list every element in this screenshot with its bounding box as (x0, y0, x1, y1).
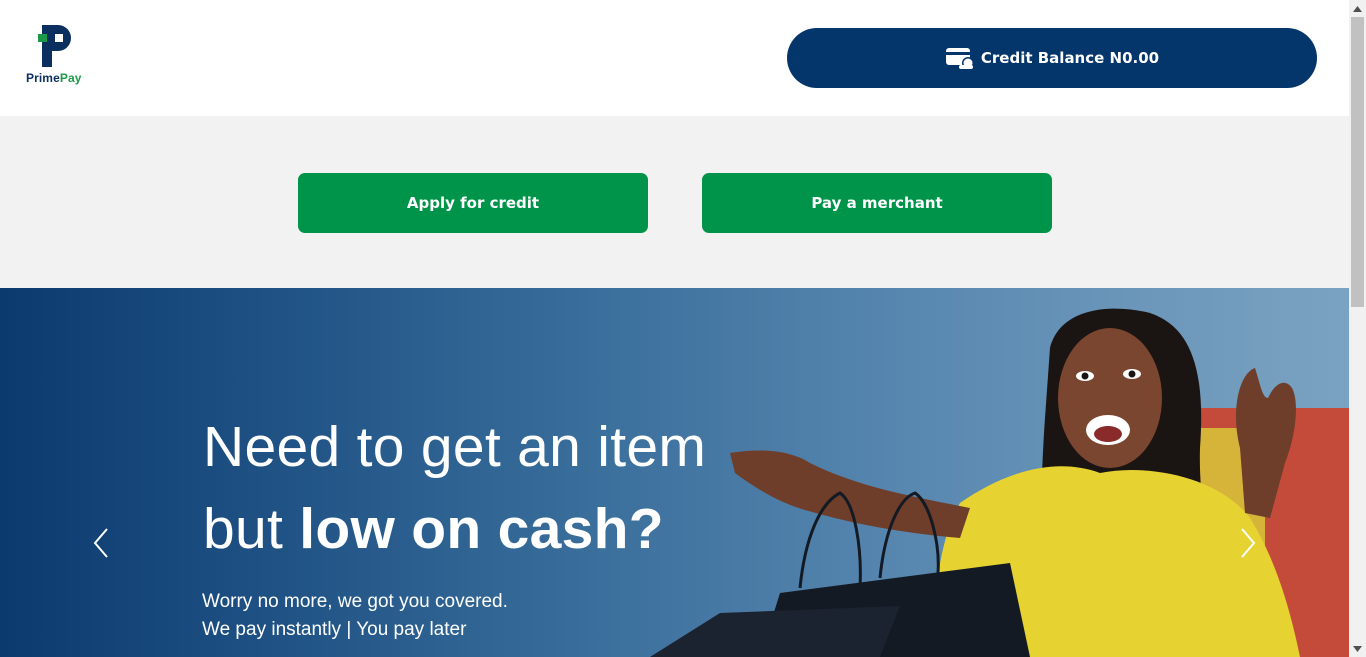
logo-text-pay: Pay (59, 71, 82, 85)
scroll-up-arrow-icon[interactable] (1349, 0, 1366, 17)
hero-subtext-line2: We pay instantly | You pay later (202, 619, 467, 640)
hero-headline-line1: Need to get an item (203, 415, 707, 479)
scroll-down-arrow-icon[interactable] (1349, 640, 1366, 657)
hero-carousel: Need to get an item but low on cash? Wor… (0, 288, 1349, 657)
wallet-icon (945, 48, 974, 69)
apply-for-credit-button[interactable]: Apply for credit (298, 173, 648, 233)
logo-text: PrimePay (26, 71, 82, 85)
header: PrimePay Credit Balance N0.00 (0, 0, 1349, 116)
hero-subtext: Worry no more, we got you covered. We pa… (202, 588, 508, 644)
primepay-logo[interactable]: PrimePay (24, 24, 88, 88)
credit-balance-label: Credit Balance N0.00 (980, 49, 1160, 67)
primepay-logo-mark (38, 25, 71, 67)
logo-text-prime: Prime (26, 71, 60, 85)
hero-headline-line2-regular: but (203, 497, 300, 561)
chevron-left-icon[interactable] (90, 526, 114, 560)
hero-headline-line2-bold: low on cash? (299, 497, 664, 561)
vertical-scrollbar[interactable] (1349, 0, 1366, 657)
hero-headline-line2: but low on cash? (203, 488, 706, 570)
credit-balance-button[interactable]: Credit Balance N0.00 (787, 28, 1317, 88)
scrollbar-thumb[interactable] (1351, 17, 1364, 307)
pay-a-merchant-button[interactable]: Pay a merchant (702, 173, 1052, 233)
action-band: Apply for credit Pay a merchant (0, 116, 1349, 288)
hero-subtext-line1: Worry no more, we got you covered. (202, 591, 508, 612)
hero-headline: Need to get an item but low on cash? (203, 406, 706, 570)
chevron-right-icon[interactable] (1235, 526, 1259, 560)
page: PrimePay Credit Balance N0.00 Apply for … (0, 0, 1349, 657)
